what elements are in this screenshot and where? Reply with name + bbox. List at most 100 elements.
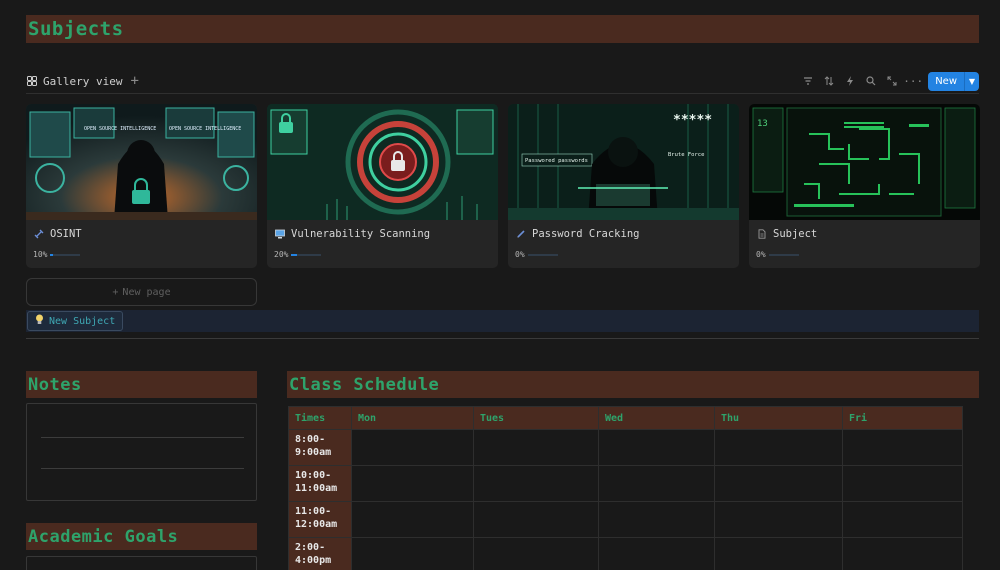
osint-cover-image: OPEN SOURCE INTELLIGENCE OPEN SOURCE INT… xyxy=(26,104,257,220)
progress-bar xyxy=(50,253,81,256)
pencil-icon xyxy=(516,229,526,239)
page-icon xyxy=(757,229,767,239)
progress: 20% xyxy=(274,250,322,259)
subjects-heading: Subjects xyxy=(26,15,979,43)
table-cell[interactable] xyxy=(714,465,843,502)
card-title-row: OSINT xyxy=(34,228,82,240)
table-cell[interactable] xyxy=(842,537,963,570)
new-button-label: New xyxy=(935,75,957,87)
table-cell[interactable] xyxy=(842,501,963,538)
academic-goals-heading: Academic Goals xyxy=(26,523,257,550)
progress-bar xyxy=(527,253,558,256)
gallery-card-password-cracking[interactable]: ***** Passwored passwords Brute Force Pa… xyxy=(508,104,739,268)
time-cell[interactable]: 10:00-11:00am xyxy=(288,465,352,502)
more-icon[interactable]: ··· xyxy=(903,75,923,88)
table-cell[interactable] xyxy=(473,465,599,502)
progress-label: 20% xyxy=(274,250,289,259)
card-title-row: Subject xyxy=(757,228,817,240)
progress-label: 0% xyxy=(756,250,766,259)
password-cover-image: ***** Passwored passwords Brute Force xyxy=(508,104,739,220)
table-row: 10:00-11:00am xyxy=(288,465,963,502)
gallery-card-osint[interactable]: OPEN SOURCE INTELLIGENCE OPEN SOURCE INT… xyxy=(26,104,257,268)
gallery-grid-icon xyxy=(26,75,38,87)
cover-text: OPEN SOURCE INTELLIGENCE xyxy=(169,126,241,132)
notes-heading: Notes xyxy=(26,371,257,398)
table-cell[interactable] xyxy=(714,537,843,570)
progress-bar xyxy=(768,253,799,256)
time-cell[interactable]: 11:00-12:00am xyxy=(288,501,352,538)
gallery-card-vulnerability-scanning[interactable]: Vulnerability Scanning 20% xyxy=(267,104,498,268)
new-subject-button[interactable]: New Subject xyxy=(27,311,124,331)
notes-box[interactable] xyxy=(26,403,257,501)
table-cell[interactable] xyxy=(473,537,599,570)
class-schedule-table: Times Mon Tues Wed Thu Fri 8:00-9:00am 1… xyxy=(288,406,963,570)
card-title: OSINT xyxy=(50,228,82,240)
progress-label: 10% xyxy=(33,250,48,259)
subject-cover-image: 13 xyxy=(749,104,980,220)
filter-icon[interactable] xyxy=(802,75,814,87)
new-button[interactable]: New ▼ xyxy=(928,71,979,91)
new-subject-label: New Subject xyxy=(49,315,116,327)
progress: 10% xyxy=(33,250,81,259)
column-header: Times xyxy=(288,406,352,430)
table-cell[interactable] xyxy=(473,429,599,466)
new-page-label: New page xyxy=(122,286,171,298)
note-line xyxy=(41,437,244,438)
progress-label: 0% xyxy=(515,250,525,259)
column-header: Wed xyxy=(598,406,715,430)
tab-label: Gallery view xyxy=(43,74,123,88)
table-row: 11:00-12:00am xyxy=(288,501,963,538)
progress-bar xyxy=(291,253,322,256)
table-cell[interactable] xyxy=(842,429,963,466)
table-header-row: Times Mon Tues Wed Thu Fri xyxy=(288,406,963,430)
cover-text: Passwored passwords xyxy=(525,158,588,164)
table-cell[interactable] xyxy=(598,537,715,570)
table-cell[interactable] xyxy=(842,465,963,502)
class-schedule-heading: Class Schedule xyxy=(287,371,979,398)
new-subject-bar xyxy=(26,310,979,332)
table-cell[interactable] xyxy=(598,429,715,466)
cover-text: Brute Force xyxy=(668,152,704,158)
bulb-icon xyxy=(35,314,44,328)
card-title: Password Cracking xyxy=(532,228,640,240)
sort-icon[interactable] xyxy=(823,75,835,87)
chevron-down-icon[interactable]: ▼ xyxy=(964,71,979,91)
card-title-row: Vulnerability Scanning xyxy=(275,228,430,240)
table-cell[interactable] xyxy=(598,465,715,502)
table-cell[interactable] xyxy=(473,501,599,538)
gallery: OPEN SOURCE INTELLIGENCE OPEN SOURCE INT… xyxy=(26,104,980,268)
time-cell[interactable]: 8:00-9:00am xyxy=(288,429,352,466)
note-line xyxy=(41,468,244,469)
table-cell[interactable] xyxy=(351,429,474,466)
cover-text: OPEN SOURCE INTELLIGENCE xyxy=(84,126,156,132)
section-divider xyxy=(26,338,979,339)
table-cell[interactable] xyxy=(598,501,715,538)
expand-icon[interactable] xyxy=(886,75,898,87)
table-row: 2:00-4:00pm xyxy=(288,537,963,570)
gallery-card-subject[interactable]: 13 Subject 0% xyxy=(749,104,980,268)
table-cell[interactable] xyxy=(351,465,474,502)
cover-text: ***** xyxy=(673,113,712,128)
column-header: Thu xyxy=(714,406,843,430)
lightning-icon[interactable] xyxy=(844,75,856,87)
table-cell[interactable] xyxy=(714,501,843,538)
academic-goals-box[interactable] xyxy=(26,556,257,570)
database-toolbar: Gallery view + ··· New ▼ xyxy=(26,70,979,92)
vulnerability-cover-image xyxy=(267,104,498,220)
table-cell[interactable] xyxy=(714,429,843,466)
tab-gallery-view[interactable]: Gallery view xyxy=(26,75,122,88)
column-header: Tues xyxy=(473,406,599,430)
cover-text: 13 xyxy=(757,119,768,129)
time-cell[interactable]: 2:00-4:00pm xyxy=(288,537,352,570)
satellite-icon xyxy=(34,229,44,239)
computer-icon xyxy=(275,229,285,239)
table-cell[interactable] xyxy=(351,501,474,538)
card-title: Subject xyxy=(773,228,818,240)
new-page-button[interactable]: + New page xyxy=(26,278,257,306)
progress-fill xyxy=(50,253,54,256)
search-icon[interactable] xyxy=(865,75,877,87)
column-header: Mon xyxy=(351,406,474,430)
progress-fill xyxy=(291,253,298,256)
table-cell[interactable] xyxy=(351,537,474,570)
add-view-button[interactable]: + xyxy=(130,73,138,89)
